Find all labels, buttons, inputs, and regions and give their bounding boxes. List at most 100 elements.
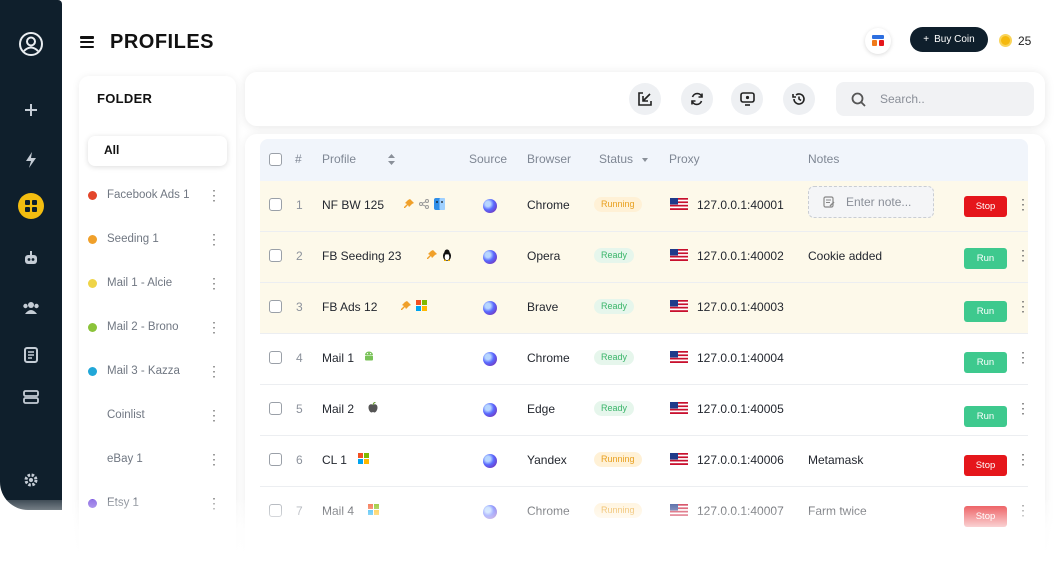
note-text[interactable]: Cookie added <box>808 249 882 263</box>
android-icon <box>365 351 373 361</box>
note-text[interactable]: Metamask <box>808 453 863 467</box>
kebab-menu-icon[interactable]: ⋮ <box>1016 197 1030 211</box>
kebab-menu-icon[interactable]: ⋮ <box>207 320 221 334</box>
profile-name[interactable]: Mail 2 <box>322 402 354 416</box>
status-badge: Running <box>594 503 642 518</box>
kebab-menu-icon[interactable]: ⋮ <box>207 408 221 422</box>
folder-item[interactable]: Mail 3 - Kazza ⋮ <box>88 362 228 382</box>
folder-item[interactable]: Etsy 1 ⋮ <box>88 494 228 514</box>
select-all-checkbox[interactable] <box>269 153 282 166</box>
browser-name: Chrome <box>527 351 570 365</box>
profile-name[interactable]: CL 1 <box>322 453 347 467</box>
row-checkbox[interactable] <box>269 300 282 313</box>
kebab-menu-icon[interactable]: ⋮ <box>207 364 221 378</box>
kebab-menu-icon[interactable]: ⋮ <box>1016 503 1030 517</box>
kebab-menu-icon[interactable]: ⋮ <box>1016 350 1030 364</box>
folder-color-dot <box>88 235 97 244</box>
profile-name[interactable]: FB Seeding 23 <box>322 249 401 263</box>
table-row[interactable]: 3 FB Ads 12 Brave Ready 127.0.0.1:40003 … <box>260 283 1030 334</box>
table-row[interactable]: 5 Mail 2 Edge Ready 127.0.0.1:40005 Run … <box>260 385 1030 436</box>
kebab-menu-icon[interactable]: ⋮ <box>207 232 221 246</box>
row-index: 2 <box>296 249 303 263</box>
table-row[interactable]: 2 FB Seeding 23 Opera Ready 127.0.0.1:40… <box>260 232 1030 283</box>
history-button[interactable] <box>783 83 815 115</box>
folder-item[interactable]: Facebook Ads 1 ⋮ <box>88 186 228 206</box>
note-input[interactable] <box>846 195 926 209</box>
folder-item[interactable]: Mail 2 - Brono ⋮ <box>88 318 228 338</box>
bolt-icon[interactable] <box>16 145 46 175</box>
source-icon <box>483 250 497 264</box>
import-icon <box>638 92 652 106</box>
grid-icon[interactable] <box>18 193 44 219</box>
kebab-menu-icon[interactable]: ⋮ <box>1016 299 1030 313</box>
row-checkbox[interactable] <box>269 402 282 415</box>
row-checkbox[interactable] <box>269 198 282 211</box>
kebab-menu-icon[interactable]: ⋮ <box>207 496 221 510</box>
pin-icon[interactable] <box>427 250 437 260</box>
document-icon[interactable] <box>16 340 46 370</box>
menu-icon[interactable] <box>80 36 94 49</box>
folder-all[interactable]: All <box>88 136 227 166</box>
server-icon[interactable] <box>16 382 46 412</box>
run-button[interactable]: Run <box>964 352 1007 373</box>
robot-icon[interactable] <box>16 243 46 273</box>
settings-icon[interactable] <box>16 465 46 495</box>
note-field[interactable] <box>808 186 934 218</box>
share-icon[interactable] <box>419 199 429 209</box>
import-button[interactable] <box>629 83 661 115</box>
user-circle-icon[interactable] <box>16 29 46 59</box>
profile-name[interactable]: FB Ads 12 <box>322 300 377 314</box>
pin-icon[interactable] <box>404 199 414 209</box>
proxy-address: 127.0.0.1:40006 <box>697 453 784 467</box>
run-button[interactable]: Run <box>964 248 1007 269</box>
folder-panel: FOLDER All Facebook Ads 1 ⋮ Seeding 1 ⋮ … <box>79 76 236 583</box>
kebab-menu-icon[interactable]: ⋮ <box>1016 401 1030 415</box>
stop-button[interactable]: Stop <box>964 455 1007 476</box>
row-index: 5 <box>296 402 303 416</box>
search-input[interactable] <box>880 90 1020 108</box>
buy-coin-button[interactable]: + Buy Coin <box>910 27 988 52</box>
folder-item[interactable]: Mail 1 - Alcie ⋮ <box>88 274 228 294</box>
kebab-menu-icon[interactable]: ⋮ <box>1016 248 1030 262</box>
stop-button[interactable]: Stop <box>964 196 1007 217</box>
run-button[interactable]: Run <box>964 406 1007 427</box>
kebab-menu-icon[interactable]: ⋮ <box>207 452 221 466</box>
col-index: # <box>295 152 302 166</box>
col-source: Source <box>469 152 508 166</box>
run-button[interactable]: Run <box>964 301 1007 322</box>
profile-name[interactable]: Mail 1 <box>322 351 354 365</box>
col-profile[interactable]: Profile <box>322 152 356 166</box>
table-row[interactable]: 1 NF BW 125 Chrome Running 127.0.0.1:400… <box>260 181 1030 232</box>
col-status[interactable]: Status <box>599 152 633 166</box>
note-text[interactable]: Farm twice <box>808 504 867 518</box>
table-row[interactable]: 7 Mail 4 Chrome Running 127.0.0.1:40007 … <box>260 487 1030 538</box>
profile-name[interactable]: NF BW 125 <box>322 198 384 212</box>
brand-logo-icon[interactable] <box>865 28 891 54</box>
kebab-menu-icon[interactable]: ⋮ <box>1016 452 1030 466</box>
table-row[interactable]: 4 Mail 1 Chrome Ready 127.0.0.1:40004 Ru… <box>260 334 1030 385</box>
chevron-down-icon[interactable] <box>642 158 648 162</box>
browser-name: Opera <box>527 249 561 263</box>
table-row[interactable]: 6 CL 1 Yandex Running 127.0.0.1:40006 Me… <box>260 436 1030 487</box>
pin-icon[interactable] <box>401 300 411 311</box>
team-icon[interactable] <box>16 293 46 323</box>
plus-icon[interactable] <box>16 95 46 125</box>
row-checkbox[interactable] <box>269 453 282 466</box>
finder-icon <box>434 198 445 210</box>
folder-item[interactable]: eBay 1 ⋮ <box>88 450 228 470</box>
sort-icon[interactable] <box>388 154 395 165</box>
row-checkbox[interactable] <box>269 504 282 517</box>
stop-button[interactable]: Stop <box>964 506 1007 527</box>
row-index: 1 <box>296 198 303 212</box>
profile-name[interactable]: Mail 4 <box>322 504 354 518</box>
row-checkbox[interactable] <box>269 351 282 364</box>
screen-button[interactable] <box>731 83 763 115</box>
row-checkbox[interactable] <box>269 249 282 262</box>
folder-item[interactable]: Seeding 1 ⋮ <box>88 230 228 250</box>
folder-label: Facebook Ads 1 <box>107 189 190 201</box>
refresh-button[interactable] <box>681 83 713 115</box>
kebab-menu-icon[interactable]: ⋮ <box>207 188 221 202</box>
folder-item[interactable]: Coinlist ⋮ <box>88 406 228 426</box>
apple-icon <box>368 402 378 413</box>
kebab-menu-icon[interactable]: ⋮ <box>207 276 221 290</box>
